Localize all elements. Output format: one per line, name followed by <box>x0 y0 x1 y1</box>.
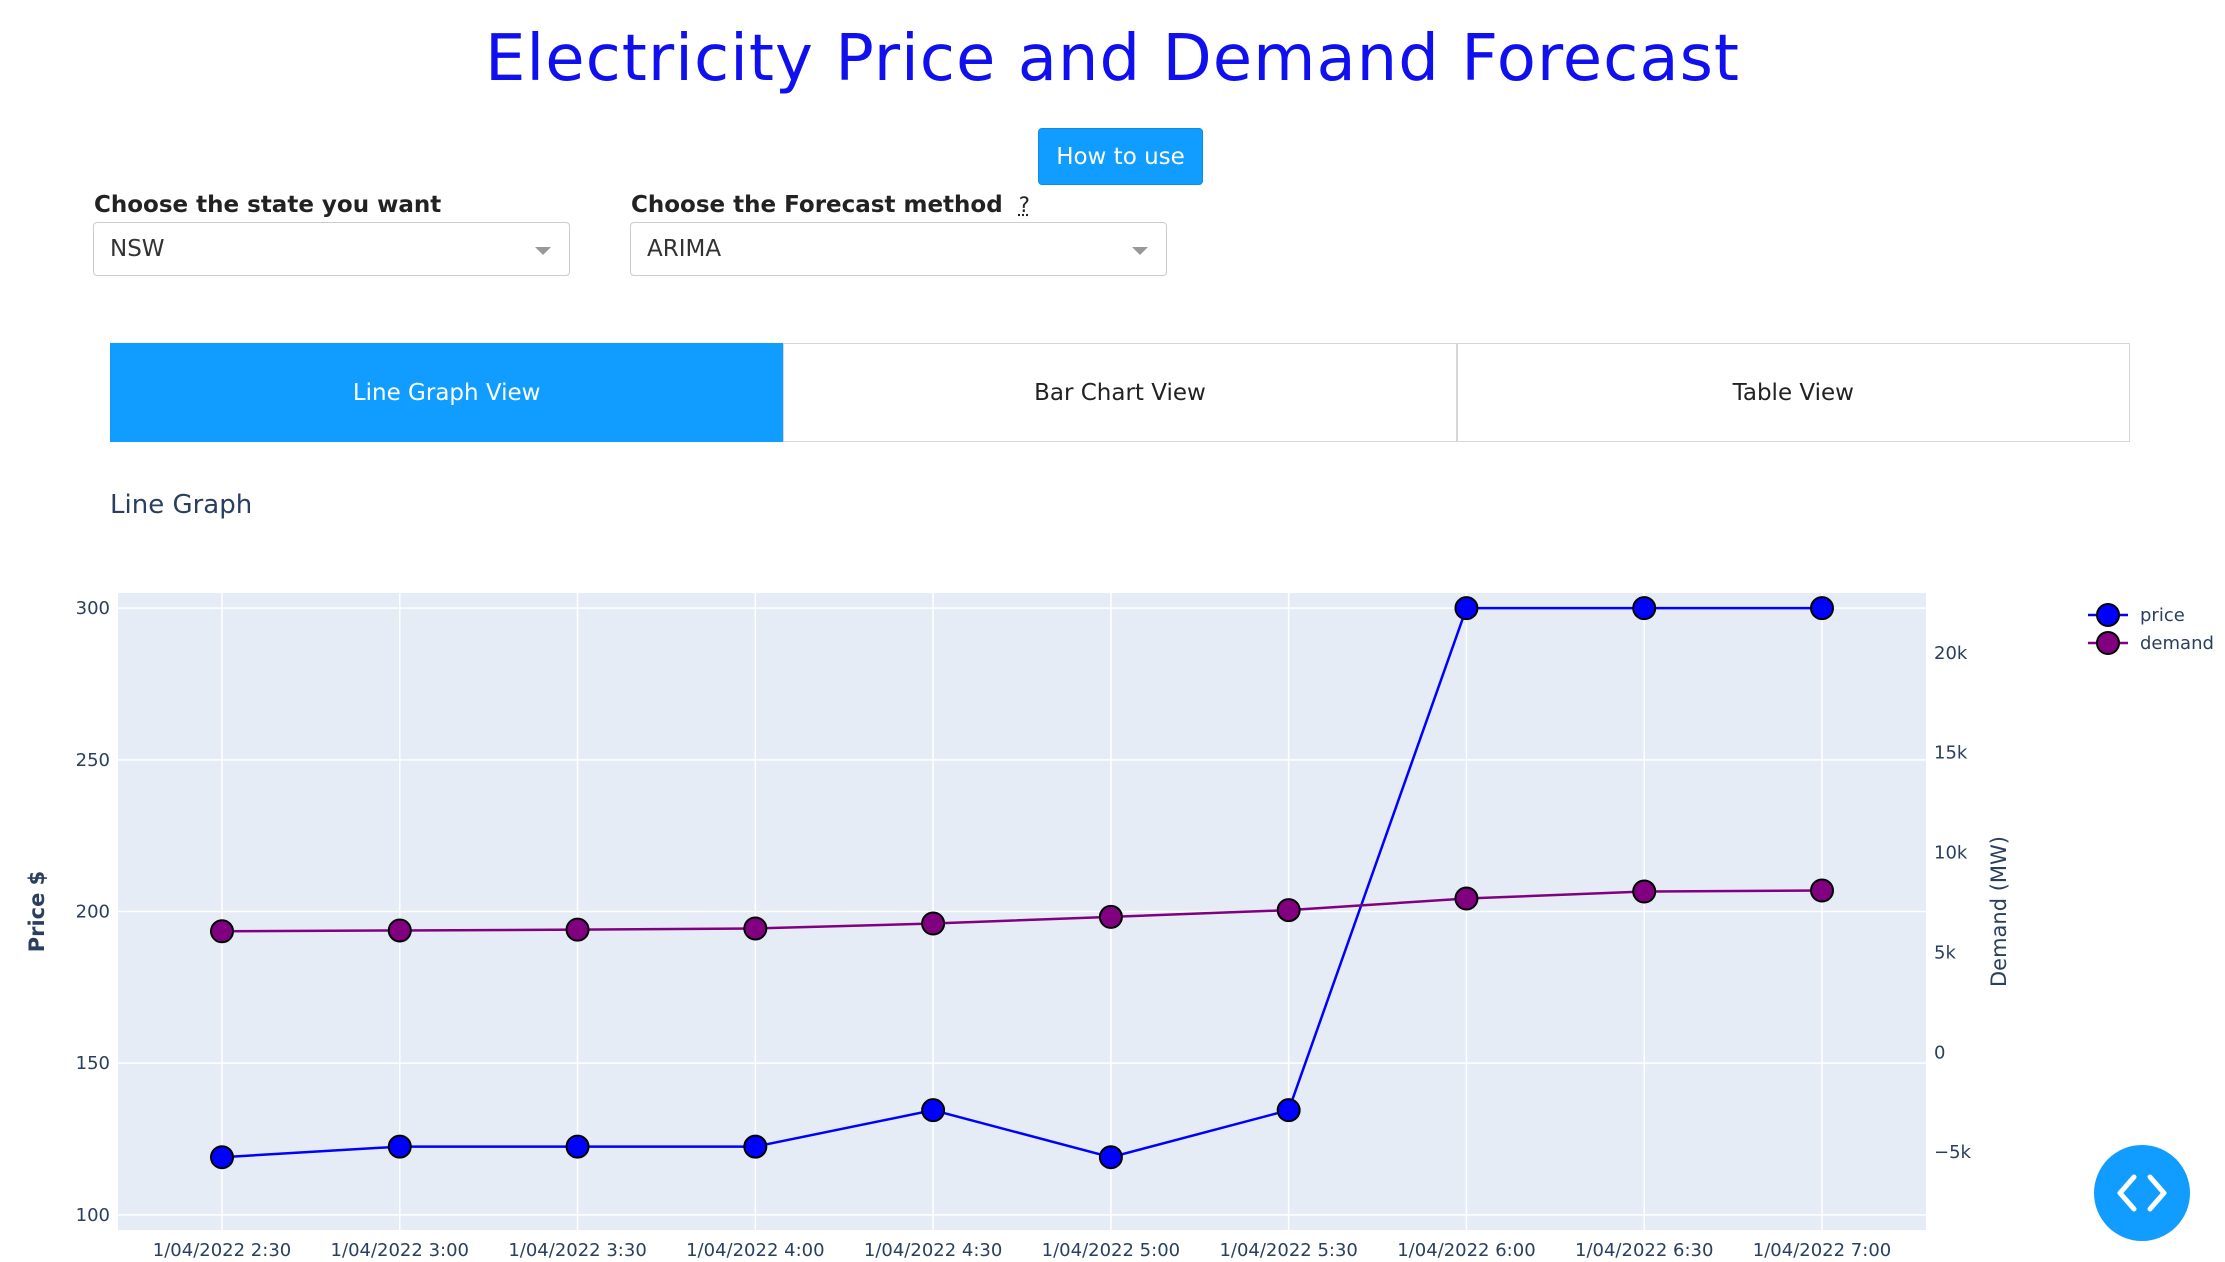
data-point-demand <box>565 917 590 942</box>
y-axis-title: Price $ <box>25 871 49 953</box>
data-point-price <box>1098 1145 1123 1170</box>
method-label: Choose the Forecast method? <box>631 192 1030 218</box>
x-tick-label: 1/04/2022 5:00 <box>1042 1240 1180 1261</box>
help-icon[interactable]: ? <box>1019 193 1030 217</box>
section-title: Line Graph <box>110 490 253 520</box>
x-tick-label: 1/04/2022 4:30 <box>864 1240 1002 1261</box>
state-selected-value: NSW <box>110 236 165 262</box>
y2-tick-label: 0 <box>1934 1042 1945 1063</box>
data-point-price <box>210 1145 234 1170</box>
state-dropdown[interactable]: NSW <box>93 222 570 276</box>
data-point-demand <box>387 918 412 943</box>
y2-tick-label: −5k <box>1934 1142 1972 1163</box>
y-tick-label: 300 <box>76 598 110 619</box>
y2-tick-label: 10k <box>1934 843 1968 864</box>
page-title: Electricity Price and Demand Forecast <box>484 22 1741 96</box>
data-point-price <box>1632 596 1657 621</box>
data-point-price <box>387 1134 412 1159</box>
method-selected-value: ARIMA <box>647 236 722 262</box>
data-point-price <box>1276 1098 1301 1123</box>
data-point-demand <box>1454 886 1479 911</box>
data-point-price <box>1454 596 1479 621</box>
y2-tick-label: 15k <box>1934 743 1968 764</box>
chevron-down-icon <box>1132 247 1148 255</box>
data-point-demand <box>1632 879 1657 904</box>
x-tick-label: 1/04/2022 2:30 <box>153 1240 291 1261</box>
x-tick-label: 1/04/2022 6:00 <box>1397 1240 1535 1261</box>
code-toggle-button[interactable] <box>2094 1145 2190 1241</box>
line-chart: 1/04/2022 2:30 1/04/2022 3:00 1/04/2022 3:… <box>25 593 2214 1261</box>
chevron-down-icon <box>535 247 551 255</box>
legend-label: price <box>2140 605 2185 626</box>
tab-table[interactable]: Table View <box>1456 343 2130 442</box>
y2-tick-label: 20k <box>1934 643 1968 664</box>
y-tick-label: 200 <box>76 902 110 923</box>
x-tick-label: 1/04/2022 3:00 <box>331 1240 469 1261</box>
how-to-use-button[interactable]: How to use <box>1038 128 1203 185</box>
data-point-price <box>743 1134 768 1159</box>
data-point-demand <box>210 919 234 944</box>
data-point-price <box>565 1134 590 1159</box>
method-dropdown[interactable]: ARIMA <box>630 222 1167 276</box>
state-label-text: Choose the state you want <box>94 192 442 218</box>
legend-marker-price <box>2096 603 2120 627</box>
x-tick-label: 1/04/2022 7:00 <box>1753 1240 1891 1261</box>
y2-tick-label: 5k <box>1934 942 1956 963</box>
data-point-demand <box>1276 898 1301 923</box>
data-point-demand <box>921 911 946 936</box>
x-tick-label: 1/04/2022 3:30 <box>508 1240 646 1261</box>
data-point-price <box>921 1098 946 1123</box>
data-point-demand <box>743 916 768 941</box>
view-tabs: Line Graph View Bar Chart View Table Vie… <box>110 343 2130 442</box>
method-label-text: Choose the Forecast method <box>631 192 1003 218</box>
code-icon <box>2117 1174 2167 1212</box>
legend-marker-demand <box>2096 631 2120 655</box>
data-point-demand <box>1810 878 1834 903</box>
legend-label: demand <box>2140 633 2214 654</box>
y-tick-label: 100 <box>76 1205 110 1226</box>
tab-bar-chart[interactable]: Bar Chart View <box>783 343 1457 442</box>
x-tick-label: 1/04/2022 5:30 <box>1219 1240 1357 1261</box>
x-tick-label: 1/04/2022 6:30 <box>1575 1240 1713 1261</box>
data-point-price <box>1810 596 1834 621</box>
data-point-demand <box>1098 904 1123 929</box>
y2-axis-title: Demand (MW) <box>1987 836 2011 987</box>
tab-line-graph[interactable]: Line Graph View <box>110 343 784 442</box>
y-tick-label: 150 <box>76 1053 110 1074</box>
x-tick-label: 1/04/2022 4:00 <box>686 1240 824 1261</box>
y-tick-label: 250 <box>76 750 110 771</box>
state-label: Choose the state you want <box>94 192 441 218</box>
